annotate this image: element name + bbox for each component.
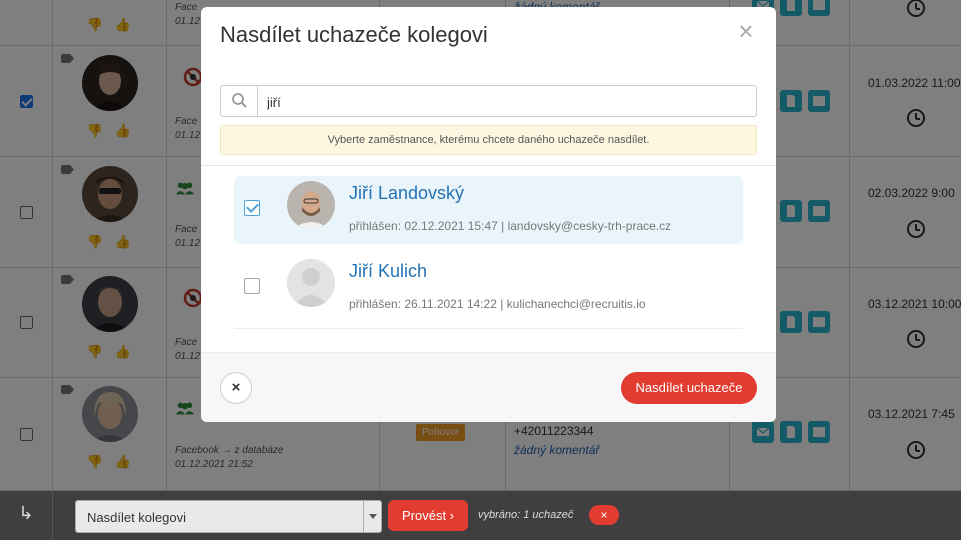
employee-meta: přihlášen: 02.12.2021 15:47 | landovsky@… (349, 219, 672, 233)
divider (234, 328, 743, 329)
share-candidate-button[interactable]: Nasdílet uchazeče (621, 372, 757, 404)
employee-item[interactable]: Jiří Landovský přihlášen: 02.12.2021 15:… (234, 176, 743, 244)
employee-name[interactable]: Jiří Landovský (349, 183, 464, 204)
share-candidate-modal: Nasdílet uchazeče kolegovi × Vyberte zam… (201, 7, 776, 422)
modal-footer: × Nasdílet uchazeče (201, 352, 776, 422)
bulk-action-bar: ↳ Nasdílet kolegovi Provést › vybráno: 1… (0, 491, 961, 540)
screen: 👎 👍 Face 01.12 žádný komentář (0, 0, 961, 540)
chevron-down-icon (363, 501, 381, 532)
return-arrow-icon: ↳ (0, 491, 53, 540)
hint-message: Vyberte zaměstnance, kterému chcete dané… (220, 125, 757, 155)
search-icon (221, 86, 258, 116)
avatar (287, 259, 335, 307)
close-icon[interactable]: × (735, 18, 757, 44)
bulk-action-value: Nasdílet kolegovi (87, 510, 186, 525)
run-action-button[interactable]: Provést › (388, 500, 468, 531)
employee-search (220, 85, 757, 117)
employee-meta: přihlášen: 26.11.2021 14:22 | kulichanec… (349, 297, 646, 311)
cancel-button[interactable]: × (220, 372, 252, 404)
bulk-action-select[interactable]: Nasdílet kolegovi (75, 500, 382, 533)
divider (201, 165, 776, 166)
employee-checkbox[interactable] (244, 278, 260, 294)
clear-selection-button[interactable]: × (589, 505, 619, 525)
selected-count: vybráno: 1 uchazeč (478, 509, 574, 521)
employee-checkbox[interactable] (244, 200, 260, 216)
modal-title: Nasdílet uchazeče kolegovi (220, 22, 488, 47)
employee-name[interactable]: Jiří Kulich (349, 261, 427, 282)
search-input[interactable] (267, 92, 737, 112)
employee-item[interactable]: Jiří Kulich přihlášen: 26.11.2021 14:22 … (234, 254, 743, 322)
avatar (287, 181, 335, 229)
